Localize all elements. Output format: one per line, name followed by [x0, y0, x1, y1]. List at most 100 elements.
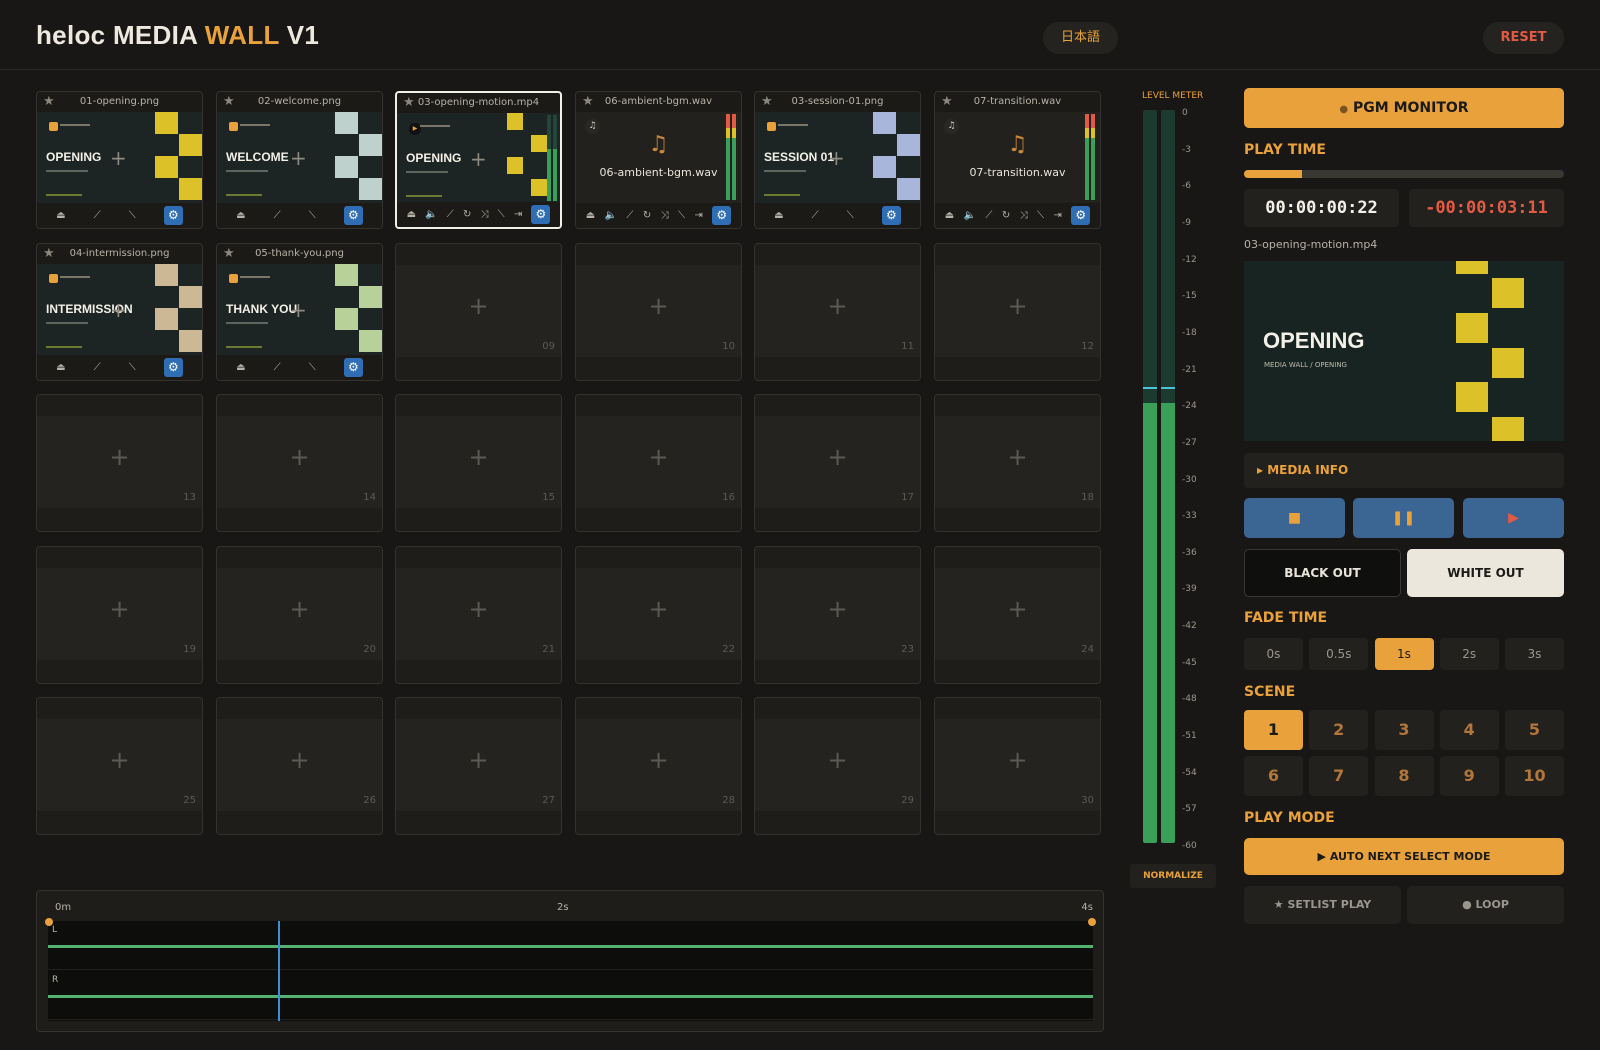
media-slot-empty[interactable]: +29	[754, 697, 921, 835]
fade-out-icon[interactable]: ⟍	[309, 362, 316, 373]
media-slot-empty[interactable]: +30	[934, 697, 1101, 835]
media-slot-empty[interactable]: +28	[575, 697, 742, 835]
auto-next-button[interactable]: ▶ AUTO NEXT SELECT MODE	[1244, 838, 1564, 875]
shuffle-icon[interactable]: ⤨	[481, 209, 489, 220]
fade-option-button[interactable]: 0.5s	[1309, 638, 1369, 670]
play-button[interactable]: ▶	[1463, 498, 1564, 538]
add-icon[interactable]: +	[576, 294, 741, 318]
white-out-button[interactable]: WHITE OUT	[1407, 549, 1564, 597]
pgm-monitor-button[interactable]: ● PGM MONITOR	[1244, 88, 1564, 128]
media-slot-empty[interactable]: +09	[395, 243, 562, 381]
fade-in-icon[interactable]: ⟋	[985, 210, 992, 221]
add-icon[interactable]: +	[396, 294, 561, 318]
loop-icon[interactable]: ↻	[463, 209, 471, 220]
eject-icon[interactable]: ⏏	[236, 362, 245, 373]
scene-button[interactable]: 10	[1505, 756, 1564, 796]
add-icon[interactable]: +	[217, 445, 382, 469]
media-slot-empty[interactable]: +22	[575, 546, 742, 684]
eject-icon[interactable]: ⏏	[945, 210, 954, 221]
next-icon[interactable]: ⇥	[1053, 210, 1061, 221]
eject-icon[interactable]: ⏏	[56, 210, 65, 221]
media-slot-empty[interactable]: +17	[754, 394, 921, 532]
out-point-handle[interactable]	[1088, 918, 1096, 926]
shuffle-icon[interactable]: ⤨	[1020, 210, 1028, 221]
fade-in-icon[interactable]: ⟋	[274, 362, 281, 373]
next-icon[interactable]: ⇥	[514, 209, 522, 220]
add-icon[interactable]: +	[37, 597, 202, 621]
add-icon[interactable]: +	[396, 445, 561, 469]
fade-out-icon[interactable]: ⟍	[129, 362, 136, 373]
scene-button[interactable]: 6	[1244, 756, 1303, 796]
stop-button[interactable]: ■	[1244, 498, 1345, 538]
media-slot-empty[interactable]: +11	[754, 243, 921, 381]
media-slot-empty[interactable]: +20	[216, 546, 383, 684]
gear-icon[interactable]: ⚙	[343, 206, 363, 225]
volume-icon[interactable]: 🔈	[964, 210, 976, 221]
add-icon[interactable]: +	[755, 597, 920, 621]
waveform-timeline[interactable]: 0m 2s 4s L R	[36, 890, 1104, 1032]
add-icon[interactable]: +	[755, 748, 920, 772]
media-slot-empty[interactable]: +16	[575, 394, 742, 532]
fade-option-button[interactable]: 3s	[1505, 638, 1564, 670]
gear-icon[interactable]: ⚙	[881, 206, 901, 225]
media-slot[interactable]: ★ 05-thank-you.png THANK YOU + ⏏ ⟋ ⟍ ⚙	[216, 243, 383, 381]
add-icon[interactable]: +	[576, 597, 741, 621]
scene-button[interactable]: 4	[1439, 710, 1499, 750]
media-slot-empty[interactable]: +27	[395, 697, 562, 835]
add-icon[interactable]: +	[935, 597, 1100, 621]
add-icon[interactable]: +	[396, 748, 561, 772]
scene-button[interactable]: 7	[1309, 756, 1369, 796]
media-slot-empty[interactable]: +21	[395, 546, 562, 684]
normalize-button[interactable]: NORMALIZE	[1130, 864, 1216, 888]
reset-button[interactable]: RESET	[1483, 22, 1564, 54]
media-slot-empty[interactable]: +15	[395, 394, 562, 532]
add-icon[interactable]: +	[935, 294, 1100, 318]
media-slot-empty[interactable]: +23	[754, 546, 921, 684]
add-icon[interactable]: +	[576, 445, 741, 469]
scene-button[interactable]: 1	[1244, 710, 1303, 750]
fade-option-button[interactable]: 2s	[1439, 638, 1499, 670]
media-slot-empty[interactable]: +18	[934, 394, 1101, 532]
eject-icon[interactable]: ⏏	[56, 362, 65, 373]
media-slot-empty[interactable]: +12	[934, 243, 1101, 381]
gear-icon[interactable]: ⚙	[1071, 206, 1091, 225]
fade-in-icon[interactable]: ⟋	[274, 210, 281, 221]
media-slot-empty[interactable]: +19	[36, 546, 203, 684]
setlist-play-button[interactable]: ★ SETLIST PLAY	[1244, 886, 1401, 924]
eject-icon[interactable]: ⏏	[774, 210, 783, 221]
eject-icon[interactable]: ⏏	[407, 209, 416, 220]
loop-button[interactable]: ● LOOP	[1407, 886, 1564, 924]
add-icon[interactable]: +	[37, 748, 202, 772]
fade-in-icon[interactable]: ⟋	[94, 210, 101, 221]
media-slot-empty[interactable]: +14	[216, 394, 383, 532]
media-slot-empty[interactable]: +25	[36, 697, 203, 835]
media-slot-empty[interactable]: +24	[934, 546, 1101, 684]
media-slot[interactable]: ★ 03-session-01.png SESSION 01 + ⏏ ⟋ ⟍ ⚙	[754, 91, 921, 229]
fade-in-icon[interactable]: ⟋	[626, 210, 633, 221]
add-icon[interactable]: +	[396, 597, 561, 621]
add-icon[interactable]: +	[576, 748, 741, 772]
fade-out-icon[interactable]: ⟍	[1037, 210, 1044, 221]
media-slot[interactable]: ★ 04-intermission.png INTERMISSION + ⏏ ⟋ ⟍ ⚙	[36, 243, 203, 381]
loop-icon[interactable]: ↻	[1002, 210, 1010, 221]
media-slot[interactable]: ★ 03-opening-motion.mp4 ▶ OPENING + ⏏ 🔈 ⟋ ↻ ⤨ ⟍ ⇥ ⚙	[395, 91, 562, 229]
fade-out-icon[interactable]: ⟍	[678, 210, 685, 221]
scene-button[interactable]: 2	[1309, 710, 1369, 750]
fade-out-icon[interactable]: ⟍	[847, 210, 854, 221]
media-slot[interactable]: ★ 07-transition.wav ♫ ♫ 07-transition.wav ⏏ 🔈 ⟋…	[934, 91, 1101, 229]
gear-icon[interactable]: ⚙	[343, 358, 363, 377]
fade-out-icon[interactable]: ⟍	[309, 210, 316, 221]
scene-button[interactable]: 9	[1439, 756, 1499, 796]
fade-out-icon[interactable]: ⟍	[129, 210, 136, 221]
pause-button[interactable]: ❚❚	[1353, 498, 1454, 538]
media-slot[interactable]: ★ 02-welcome.png WELCOME + ⏏ ⟋ ⟍ ⚙	[216, 91, 383, 229]
add-icon[interactable]: +	[217, 748, 382, 772]
eject-icon[interactable]: ⏏	[236, 210, 245, 221]
fade-in-icon[interactable]: ⟋	[812, 210, 819, 221]
add-icon[interactable]: +	[755, 445, 920, 469]
loop-icon[interactable]: ↻	[643, 210, 651, 221]
media-slot-empty[interactable]: +26	[216, 697, 383, 835]
scene-button[interactable]: 3	[1374, 710, 1434, 750]
play-progress-bar[interactable]	[1244, 170, 1564, 178]
shuffle-icon[interactable]: ⤨	[661, 210, 669, 221]
